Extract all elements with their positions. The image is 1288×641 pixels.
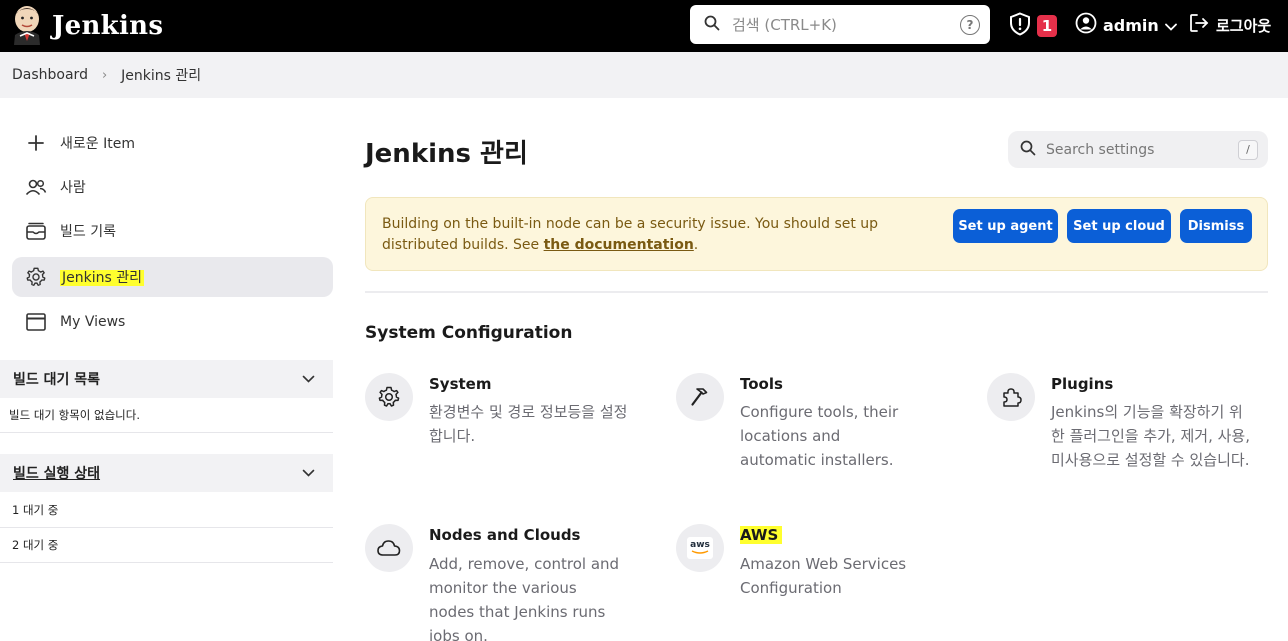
- sidebar-item-my-views[interactable]: My Views: [12, 302, 333, 342]
- gear-icon: [365, 373, 413, 421]
- card-description: 환경변수 및 경로 정보등을 설정합니다.: [429, 403, 628, 445]
- sidebar-item-label: 빌드 기록: [60, 224, 116, 240]
- documentation-link[interactable]: the documentation: [544, 237, 694, 253]
- search-icon: [1020, 140, 1036, 160]
- user-avatar-icon: [1075, 12, 1097, 38]
- people-icon: [24, 178, 48, 196]
- set-up-cloud-button[interactable]: Set up cloud: [1067, 209, 1171, 243]
- settings-search-placeholder: Search settings: [1046, 141, 1155, 158]
- page-title: Jenkins 관리: [365, 139, 528, 169]
- settings-search-input[interactable]: Search settings /: [1008, 131, 1268, 168]
- alert-message: Building on the built-in node can be a s…: [382, 216, 879, 253]
- aws-icon: aws: [676, 524, 724, 572]
- security-warning-alert: Building on the built-in node can be a s…: [365, 197, 1268, 271]
- security-alerts-button[interactable]: 1: [1009, 12, 1057, 40]
- breadcrumb-dashboard[interactable]: Dashboard: [12, 67, 88, 83]
- card-system[interactable]: System 환경변수 및 경로 정보등을 설정합니다.: [365, 373, 655, 483]
- sidebar-item-label: 사람: [60, 180, 86, 196]
- section-divider: [365, 291, 1268, 293]
- chevron-down-icon[interactable]: [302, 465, 315, 481]
- user-menu[interactable]: admin: [1075, 12, 1177, 38]
- breadcrumb-manage-jenkins[interactable]: Jenkins 관리: [121, 65, 201, 85]
- build-queue-title: 빌드 대기 목록: [13, 372, 101, 388]
- top-header: Jenkins 검색 (CTRL+K) ? 1 admin 로그아웃: [0, 0, 1288, 52]
- card-tools[interactable]: Tools Configure tools, their locations a…: [676, 373, 966, 483]
- card-aws[interactable]: aws AWS Amazon Web Services Configuratio…: [676, 524, 966, 614]
- card-title: Tools: [740, 375, 783, 393]
- jenkins-logo-icon: [10, 3, 44, 49]
- executors-header[interactable]: 빌드 실행 상태: [0, 454, 333, 492]
- set-up-agent-button[interactable]: Set up agent: [953, 209, 1058, 243]
- gear-icon: [24, 266, 48, 288]
- card-title: AWS: [740, 526, 783, 544]
- cloud-icon: [365, 524, 413, 572]
- sidebar-item-manage-jenkins[interactable]: Jenkins 관리: [12, 257, 333, 297]
- chevron-down-icon: [1164, 16, 1177, 35]
- app-title: Jenkins: [52, 11, 164, 41]
- logout-label: 로그아웃: [1216, 16, 1272, 35]
- sidebar-item-label: My Views: [60, 314, 126, 330]
- card-description: Add, remove, control and monitor the var…: [429, 555, 620, 641]
- global-search-input[interactable]: 검색 (CTRL+K) ?: [690, 5, 990, 44]
- sidebar-item-build-history[interactable]: 빌드 기록: [12, 211, 333, 251]
- logout-button[interactable]: 로그아웃: [1188, 12, 1271, 38]
- window-icon: [24, 312, 48, 332]
- executor-row: 2 대기 중: [0, 528, 333, 563]
- card-title: Nodes and Clouds: [429, 526, 581, 544]
- sidebar-item-label: Jenkins 관리: [60, 270, 144, 286]
- search-placeholder: 검색 (CTRL+K): [732, 16, 837, 34]
- breadcrumb-separator-icon: ›: [101, 67, 108, 83]
- executors-title[interactable]: 빌드 실행 상태: [13, 463, 100, 483]
- card-title: System: [429, 375, 492, 393]
- chevron-down-icon[interactable]: [302, 371, 315, 387]
- puzzle-icon: [987, 373, 1035, 421]
- card-description: Jenkins의 기능을 확장하기 위한 플러그인을 추가, 제거, 사용, 미…: [1051, 403, 1250, 469]
- shield-icon: [1009, 12, 1031, 40]
- build-history-icon: [24, 221, 48, 241]
- sidebar-item-people[interactable]: 사람: [12, 167, 333, 207]
- keyboard-shortcut-hint: /: [1238, 139, 1258, 160]
- hammer-icon: [676, 373, 724, 421]
- search-icon: [704, 15, 720, 35]
- username-label: admin: [1103, 15, 1159, 35]
- card-title: Plugins: [1051, 375, 1114, 393]
- build-queue-empty-text: 빌드 대기 항목이 없습니다.: [0, 398, 333, 433]
- section-title: System Configuration: [365, 323, 573, 343]
- plus-icon: [24, 134, 48, 152]
- breadcrumb: Dashboard › Jenkins 관리: [0, 52, 1288, 98]
- build-queue-header[interactable]: 빌드 대기 목록: [0, 360, 333, 398]
- card-description: Amazon Web Services Configuration: [740, 555, 907, 597]
- sidebar-item-new-item[interactable]: 새로운 Item: [12, 123, 333, 163]
- card-nodes-and-clouds[interactable]: Nodes and Clouds Add, remove, control an…: [365, 524, 655, 641]
- card-description: Configure tools, their locations and aut…: [740, 403, 899, 469]
- dismiss-button[interactable]: Dismiss: [1180, 209, 1252, 243]
- executor-row: 1 대기 중: [0, 493, 333, 528]
- sidebar-item-label: 새로운 Item: [60, 136, 135, 152]
- help-icon[interactable]: ?: [960, 14, 980, 35]
- logout-icon: [1188, 12, 1210, 38]
- jenkins-home-link[interactable]: Jenkins: [10, 3, 163, 49]
- card-plugins[interactable]: Plugins Jenkins의 기능을 확장하기 위한 플러그인을 추가, 제…: [987, 373, 1277, 498]
- security-badge: 1: [1037, 15, 1057, 37]
